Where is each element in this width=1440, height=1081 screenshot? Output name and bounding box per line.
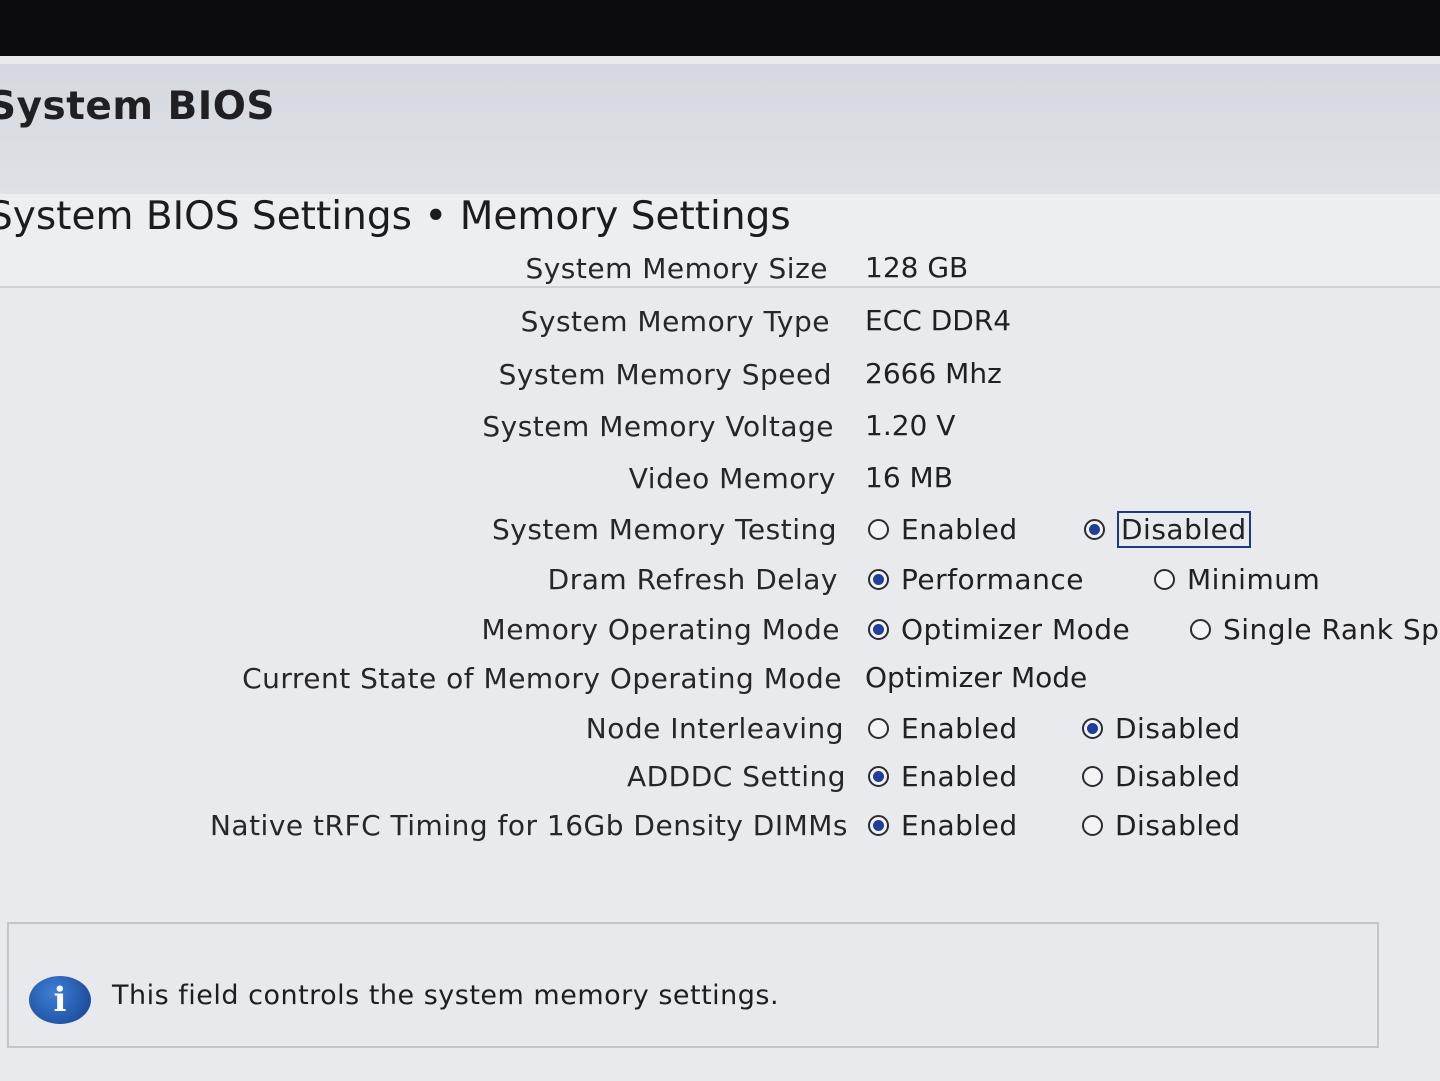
setting-label: System Memory Testing — [491, 512, 837, 546]
radio-option-disabled[interactable]: Disabled — [1082, 756, 1241, 796]
setting-row-memory-operating-mode: Memory Operating Mode Optimizer Mode Sin… — [22, 609, 1440, 659]
radio-option-optimizer-mode[interactable]: Optimizer Mode — [868, 609, 1130, 649]
setting-value: 128 GB — [865, 251, 969, 284]
setting-row-video-memory: Video Memory 16 MB — [18, 458, 1440, 508]
bios-screen: System BIOS System BIOS Settings • Memor… — [0, 56, 1440, 1081]
setting-label-wrap: ADDDC Setting — [627, 756, 856, 796]
radio-label: Disabled — [1115, 808, 1241, 842]
radio-option-disabled[interactable]: Disabled — [1084, 509, 1251, 549]
radio-option-enabled[interactable]: Enabled — [868, 756, 1018, 796]
setting-label: System Memory Size — [525, 251, 828, 285]
setting-label: Native tRFC Timing for 16Gb Density DIMM… — [209, 808, 848, 842]
radio-label: Minimum — [1187, 562, 1321, 596]
radio-button-selected[interactable] — [868, 618, 889, 640]
setting-label-wrap: Dram Refresh Delay — [548, 559, 848, 599]
setting-label-wrap: System Memory Size — [525, 248, 838, 288]
setting-label: Memory Operating Mode — [481, 612, 840, 646]
setting-label-wrap: System Memory Type — [521, 301, 840, 341]
setting-row-system-memory-speed: System Memory Speed 2666 Mhz — [14, 354, 1440, 404]
setting-row-adddc-setting: ADDDC Setting Enabled Disabled — [28, 756, 1440, 806]
radio-button-selected[interactable] — [1084, 518, 1105, 540]
radio-button[interactable] — [1154, 568, 1175, 590]
radio-button[interactable] — [868, 518, 889, 540]
title-bar: System BIOS — [0, 64, 1440, 196]
setting-label-wrap: Current State of Memory Operating Mode — [242, 658, 852, 698]
setting-row-current-state-memory-operating-mode: Current State of Memory Operating Mode O… — [24, 658, 1440, 708]
radio-option-performance[interactable]: Performance — [868, 559, 1084, 599]
radio-option-disabled[interactable]: Disabled — [1082, 708, 1241, 748]
setting-label: System Memory Speed — [498, 357, 832, 391]
setting-row-system-memory-testing: System Memory Testing Enabled Disabled — [19, 509, 1440, 559]
radio-button[interactable] — [1082, 814, 1103, 836]
setting-label-wrap: System Memory Testing — [492, 509, 847, 549]
radio-label: Enabled — [901, 711, 1018, 745]
setting-label-wrap: System Memory Voltage — [482, 406, 844, 446]
setting-label-wrap: Memory Operating Mode — [482, 609, 850, 649]
help-panel: i This field controls the system memory … — [7, 922, 1379, 1048]
setting-label-wrap: Native tRFC Timing for 16Gb Density DIMM… — [210, 805, 858, 845]
radio-label: Disabled — [1115, 759, 1241, 793]
radio-option-enabled[interactable]: Enabled — [868, 509, 1018, 549]
radio-label: Single Rank Spa — [1223, 612, 1440, 646]
setting-value: 2666 Mhz — [865, 357, 1002, 390]
setting-value: Optimizer Mode — [865, 661, 1088, 694]
setting-value: 1.20 V — [865, 409, 956, 442]
setting-value: ECC DDR4 — [865, 304, 1012, 337]
setting-row-native-trfc-timing: Native tRFC Timing for 16Gb Density DIMM… — [30, 805, 1440, 855]
radio-button[interactable] — [1190, 618, 1211, 640]
radio-option-enabled[interactable]: Enabled — [868, 708, 1018, 748]
radio-button-selected[interactable] — [1082, 717, 1103, 739]
setting-label-wrap: Node Interleaving — [586, 708, 854, 748]
setting-row-system-memory-voltage: System Memory Voltage 1.20 V — [16, 406, 1440, 456]
radio-button-selected[interactable] — [868, 568, 889, 590]
setting-label: Dram Refresh Delay — [547, 562, 838, 596]
radio-label: Enabled — [901, 808, 1018, 842]
radio-option-enabled[interactable]: Enabled — [868, 805, 1018, 845]
radio-button-selected[interactable] — [868, 814, 889, 836]
radio-label: Performance — [901, 562, 1084, 596]
setting-label: System Memory Type — [520, 304, 830, 338]
help-text: This field controls the system memory se… — [112, 980, 780, 1011]
radio-label-focused: Disabled — [1117, 510, 1251, 548]
app-title: System BIOS — [0, 84, 276, 129]
setting-label: Video Memory — [628, 461, 836, 495]
setting-label: Node Interleaving — [585, 711, 844, 745]
radio-button[interactable] — [1082, 765, 1103, 787]
setting-row-system-memory-type: System Memory Type ECC DDR4 — [12, 301, 1440, 351]
radio-label: Optimizer Mode — [901, 612, 1131, 646]
radio-label: Enabled — [901, 759, 1018, 793]
setting-label: System Memory Voltage — [482, 409, 834, 443]
page-title: System BIOS Settings • Memory Settings — [0, 194, 791, 239]
radio-option-minimum[interactable]: Minimum — [1154, 559, 1320, 599]
info-icon: i — [29, 976, 91, 1024]
radio-option-single-rank-spare[interactable]: Single Rank Spa — [1190, 609, 1440, 649]
setting-row-system-memory-size: System Memory Size 128 GB — [10, 248, 1440, 298]
setting-label: Current State of Memory Operating Mode — [242, 661, 842, 695]
radio-label: Disabled — [1115, 711, 1241, 745]
radio-option-disabled[interactable]: Disabled — [1082, 805, 1241, 845]
radio-label: Enabled — [901, 512, 1018, 546]
setting-label-wrap: Video Memory — [629, 458, 846, 498]
radio-button-selected[interactable] — [868, 765, 889, 787]
setting-value: 16 MB — [865, 461, 953, 494]
setting-row-node-interleaving: Node Interleaving Enabled Disabled — [26, 708, 1440, 758]
setting-row-dram-refresh-delay: Dram Refresh Delay Performance Minimum — [20, 559, 1440, 609]
setting-label: ADDDC Setting — [626, 759, 846, 793]
setting-label-wrap: System Memory Speed — [499, 354, 842, 394]
radio-button[interactable] — [868, 717, 889, 739]
